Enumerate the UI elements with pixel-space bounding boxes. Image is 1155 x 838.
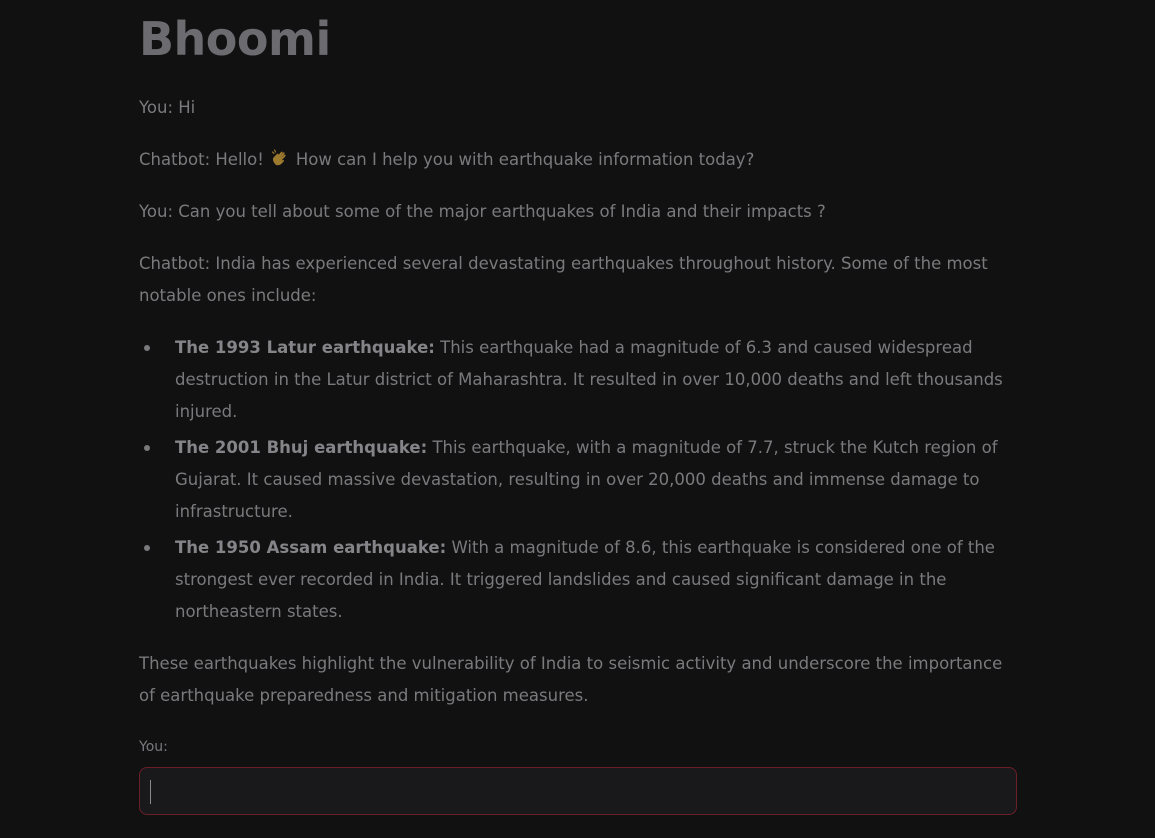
list-item: The 1950 Assam earthquake: With a magnit…: [139, 532, 1019, 628]
message-text: You: Hi: [139, 98, 196, 117]
chat-message-bot-closing: These earthquakes highlight the vulnerab…: [139, 648, 1019, 712]
input-label: You:: [139, 739, 168, 755]
chat-message-bot: Chatbot: India has experienced several d…: [139, 248, 1019, 312]
message-text: These earthquakes highlight the vulnerab…: [139, 654, 1003, 705]
earthquake-name: The 1950 Assam earthquake:: [175, 538, 447, 557]
text-caret: [150, 780, 151, 804]
list-item: The 1993 Latur earthquake: This earthqua…: [139, 332, 1019, 428]
message-text: Chatbot: India has experienced several d…: [139, 254, 988, 305]
earthquake-name: The 2001 Bhuj earthquake:: [175, 438, 428, 457]
bullet-icon: [144, 545, 150, 551]
page-title: Bhoomi: [139, 12, 331, 66]
chat-message-user: You: Hi: [139, 92, 1019, 124]
message-text: You: Can you tell about some of the majo…: [139, 202, 826, 221]
earthquake-list: The 1993 Latur earthquake: This earthqua…: [139, 332, 1019, 632]
message-text: Chatbot: Hello!: [139, 150, 264, 169]
chat-message-bot: Chatbot: Hello! How can I help you with …: [139, 144, 1019, 176]
bullet-icon: [144, 345, 150, 351]
message-text: How can I help you with earthquake infor…: [295, 150, 755, 169]
earthquake-name: The 1993 Latur earthquake:: [175, 338, 435, 357]
bullet-icon: [144, 445, 150, 451]
chat-message-user: You: Can you tell about some of the majo…: [139, 196, 1019, 228]
list-item: The 2001 Bhuj earthquake: This earthquak…: [139, 432, 1019, 528]
chat-input[interactable]: [139, 767, 1017, 815]
waving-hand-icon: [270, 148, 290, 168]
